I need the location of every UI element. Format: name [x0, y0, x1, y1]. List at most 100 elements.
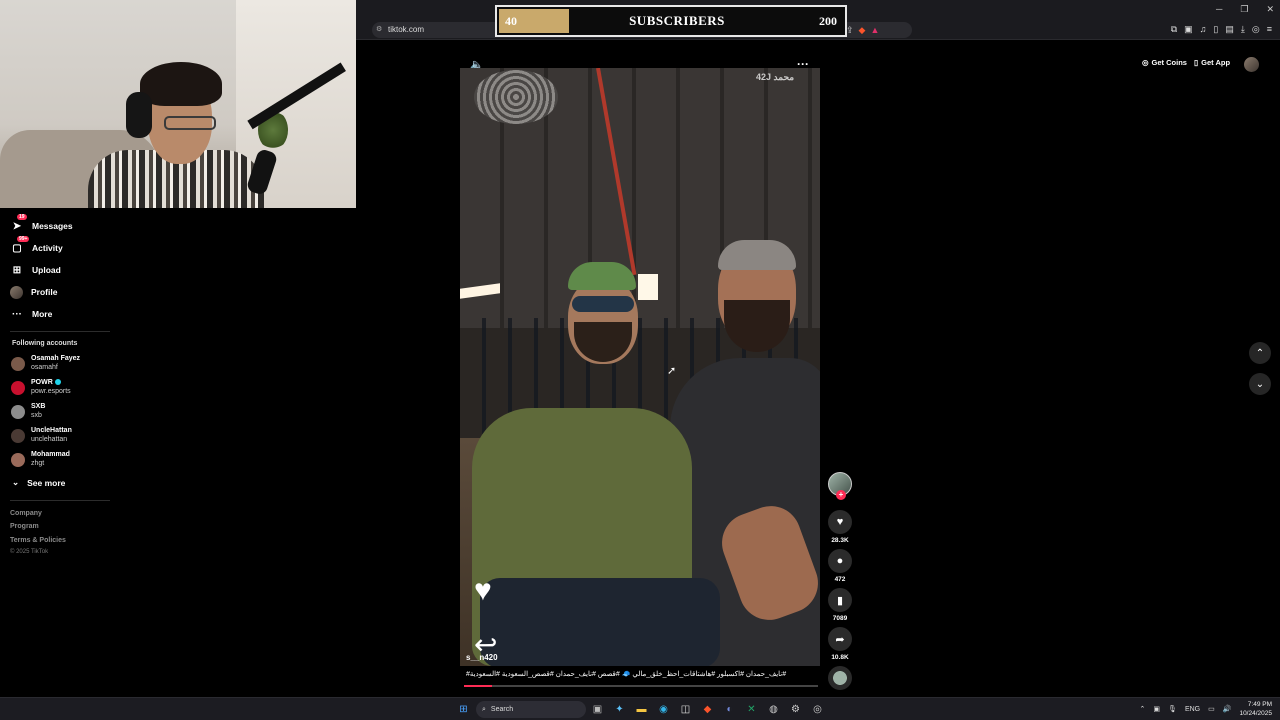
mouse-cursor-icon: ➚ [667, 365, 677, 377]
windows-start-icon[interactable]: ⊞ [456, 702, 471, 717]
following-account[interactable]: SXB sxb [11, 403, 45, 420]
footer-link-company[interactable]: Company [10, 510, 42, 517]
media-control-icon[interactable]: ♫ [1200, 24, 1207, 35]
clock[interactable]: 7:49 PM 10/24/2025 [1239, 700, 1272, 718]
site-info-icon[interactable]: ⚙ [376, 22, 382, 38]
minimize-icon[interactable]: ─ [1216, 4, 1222, 15]
tab-search-icon[interactable]: ▣ [1184, 24, 1193, 35]
address-bar-actions: ⇪ ◆ ▲ [846, 22, 906, 38]
sidebar-icon[interactable]: ▯ [1213, 24, 1218, 35]
ceiling-vent [474, 70, 558, 124]
verified-icon [54, 379, 61, 386]
ellipsis-icon: ··· [12, 308, 22, 320]
following-account[interactable]: UncleHattan unclehattan [11, 427, 72, 444]
sidebar-item-messages[interactable]: ➤ 19 Messages [10, 214, 73, 235]
divider [10, 331, 110, 332]
video-progress-bar[interactable] [464, 685, 818, 687]
store-icon[interactable]: ◫ [678, 702, 693, 717]
video-watermark: 42J محمد [756, 72, 795, 82]
video-author[interactable]: s__n420 [466, 653, 498, 662]
sidebar-item-upload[interactable]: ⊞ Upload [10, 261, 61, 279]
get-app-button[interactable]: ▯ Get App [1194, 58, 1230, 67]
brave-icon[interactable]: ◆ [700, 702, 715, 717]
brave-shield-icon[interactable]: ◆ [859, 25, 866, 36]
subscriber-goal: 200 [819, 13, 837, 28]
following-account[interactable]: POWR powr.esports [11, 379, 71, 396]
like-button[interactable]: ♥ [828, 510, 852, 534]
following-account[interactable]: Mohammad zhgt [11, 451, 70, 468]
save-button[interactable]: ▮ [828, 588, 852, 612]
get-app-label: Get App [1201, 58, 1231, 67]
see-more-button[interactable]: ⌄ See more [12, 477, 65, 488]
language-indicator[interactable]: ENG [1185, 706, 1200, 713]
obs-icon[interactable]: ◍ [766, 702, 781, 717]
sound-disc-icon[interactable] [828, 666, 852, 690]
menu-icon[interactable]: ≡ [1267, 24, 1272, 35]
search-icon: ⌕ [482, 705, 486, 713]
wallet-icon[interactable]: ▤ [1225, 24, 1234, 35]
file-explorer-icon[interactable]: ▬ [634, 702, 649, 717]
avatar [10, 285, 23, 299]
sidebar-item-label: Messages [32, 221, 73, 231]
inbox-icon: ▢ 99+ [12, 236, 30, 254]
extensions-toolbar: ⧉ ▣ ♫ ▯ ▤ ⤓ ◎ ≡ [1171, 24, 1272, 35]
follow-plus-icon[interactable]: + [836, 490, 846, 500]
video-caption: #نايف_حمدان #اكسبلور #هاشتاقات_احظ_خلق_م… [466, 671, 787, 678]
app-icon[interactable]: ◎ [810, 702, 825, 717]
sidebar-item-profile[interactable]: Profile [10, 283, 57, 301]
edge-icon[interactable]: ◉ [656, 702, 671, 717]
discord-icon[interactable]: ◐ [722, 702, 737, 717]
downloads-icon[interactable]: ⤓ [1241, 24, 1245, 35]
avatar [11, 428, 25, 443]
share-arrow-icon: ➦ [835, 633, 845, 646]
sidebar-item-activity[interactable]: ▢ 99+ Activity [10, 236, 63, 257]
next-video-button[interactable]: ⌄ [1249, 373, 1271, 395]
footer-link-terms[interactable]: Terms & Policies [10, 537, 66, 544]
share-icon[interactable]: ⇪ [846, 25, 854, 36]
brave-rewards-icon[interactable]: ▲ [870, 25, 879, 35]
clock-time: 7:49 PM [1247, 701, 1272, 708]
display-icon[interactable]: ▭ [1208, 705, 1215, 713]
microphone-icon[interactable]: 🎙 [1168, 705, 1177, 713]
network-app-icon[interactable]: ▣ [1153, 705, 1160, 713]
plus-square-icon: ⊞ [12, 264, 22, 276]
get-coins-button[interactable]: ◎ Get Coins [1142, 58, 1187, 67]
restore-icon[interactable]: ❐ [1240, 4, 1248, 15]
extensions-icon[interactable]: ⧉ [1171, 24, 1177, 35]
sidebar-item-more[interactable]: ··· More [10, 305, 52, 323]
bookmark-icon: ▮ [836, 594, 844, 607]
copilot-icon[interactable]: ✦ [612, 702, 627, 717]
account-handle: unclehattan [31, 435, 68, 443]
vpn-icon[interactable]: ◎ [1252, 24, 1260, 35]
task-view-icon[interactable]: ▣ [590, 702, 605, 717]
heart-icon: ♥ [474, 574, 492, 607]
avatar[interactable] [1244, 57, 1259, 72]
avatar [11, 380, 25, 395]
following-account[interactable]: Osamah Fayez osamahf [11, 355, 80, 372]
video-player[interactable]: 42J محمد ♥ ↩ s__n420 [460, 68, 820, 666]
activity-badge: 99+ [17, 236, 30, 242]
video-progress-fill [464, 685, 493, 687]
account-handle: sxb [31, 411, 42, 419]
subscriber-current: 40 [505, 13, 517, 28]
footer-link-program[interactable]: Program [10, 523, 39, 530]
excel-icon[interactable]: ✕ [744, 702, 759, 717]
account-name: SXB [31, 403, 46, 410]
comment-count: 472 [834, 576, 846, 583]
messages-badge: 19 [17, 214, 27, 220]
paper-plane-icon: ➤ 19 [12, 214, 27, 232]
glasses [164, 116, 216, 130]
comment-button[interactable]: ● [828, 549, 852, 573]
share-button[interactable]: ➦ [828, 627, 852, 651]
sidebar-item-label: Profile [31, 287, 58, 297]
chevron-up-icon[interactable]: ⌃ [1140, 705, 1146, 713]
chevron-down-icon: ⌄ [12, 477, 20, 487]
previous-video-button[interactable]: ⌃ [1249, 342, 1271, 364]
sidebar-item-label: Activity [32, 243, 63, 253]
close-icon[interactable]: ✕ [1266, 4, 1274, 15]
settings-icon[interactable]: ⚙ [788, 702, 803, 717]
taskbar-search[interactable]: ⌕ Search [476, 701, 586, 718]
system-tray: ⌃ ▣ 🎙 ENG ▭ 🔊 7:49 PM 10/24/2025 [1140, 700, 1272, 718]
volume-icon[interactable]: 🔊 [1223, 705, 1232, 713]
account-name: POWR [31, 379, 53, 386]
